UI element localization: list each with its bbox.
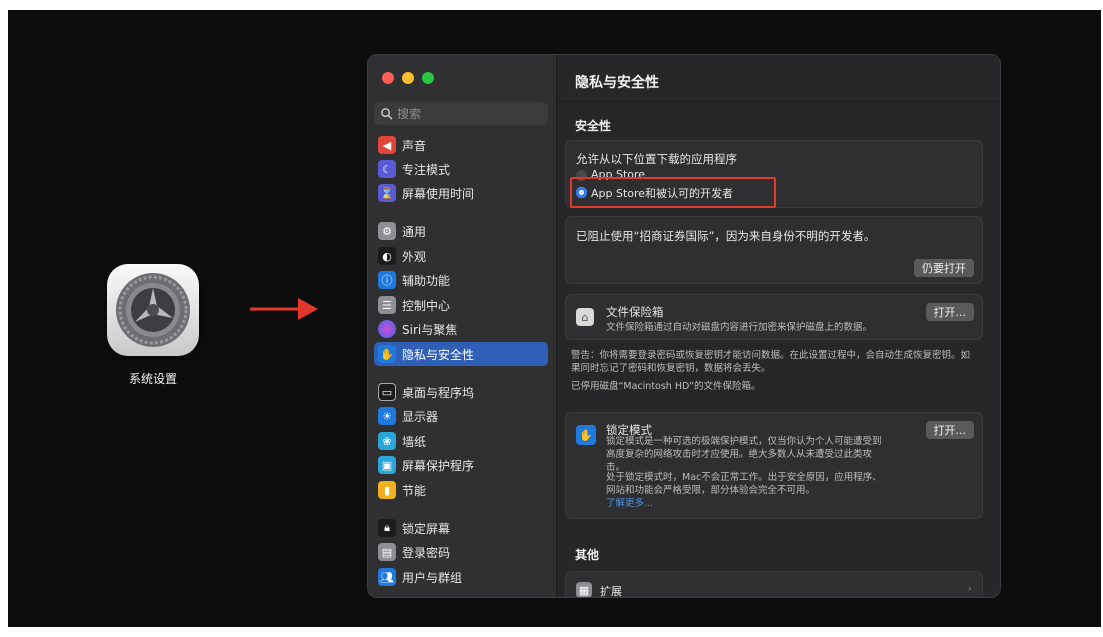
filevault-turn-on-button[interactable]: 打开...	[925, 303, 974, 321]
sidebar-item-label: 辅助功能	[402, 273, 451, 288]
blocked-app-panel: 已阻止使用“招商证券国际”，因为来自身份不明的开发者。 仍要打开	[565, 216, 983, 284]
sidebar-item-label: 隐私与安全性	[402, 347, 475, 362]
display-icon: ☀	[378, 407, 396, 425]
energy-icon: ▮	[378, 481, 396, 499]
system-settings-app-icon[interactable]	[107, 264, 199, 356]
sidebar-item-label: 用户与群组	[402, 570, 463, 585]
search-placeholder: 搜索	[397, 107, 422, 121]
settings-window: 搜索 ◀ 声音 ☾ 专注模式 ⌛ 屏幕使用时间 ⚙ 通用 ◐ 外观 ⓘ 辅助功能…	[367, 54, 1001, 598]
sidebar-item-sound[interactable]: ◀ 声音	[374, 133, 548, 157]
sidebar-item-label: 锁定屏幕	[402, 521, 451, 536]
sidebar-item-siri[interactable]: Siri与聚焦	[374, 317, 548, 341]
chevron-right-icon: ›	[967, 582, 972, 595]
sidebar-item-desktop-dock[interactable]: ▭ 桌面与程序坞	[374, 380, 548, 404]
sidebar-item-label: Siri与聚焦	[402, 322, 458, 337]
sidebar-item-label: 通用	[402, 224, 427, 239]
filevault-status: 已停用磁盘“Macintosh HD”的文件保险箱。	[571, 381, 761, 392]
password-icon: ▤	[378, 543, 396, 561]
sidebar-item-screen-time[interactable]: ⌛ 屏幕使用时间	[374, 181, 548, 205]
close-button[interactable]	[382, 72, 394, 84]
extensions-icon: ▦	[576, 582, 592, 597]
lockdown-panel: ✋ 锁定模式 锁定模式是一种可选的极端保护模式，仅当你认为个人可能遭受到高度复杂…	[565, 412, 983, 519]
filevault-title: 文件保险箱	[606, 305, 664, 319]
section-title-security: 安全性	[575, 119, 612, 133]
moon-icon: ☾	[378, 160, 396, 178]
sidebar-item-label: 声音	[402, 138, 427, 153]
extensions-label: 扩展	[600, 585, 622, 598]
search-input[interactable]: 搜索	[374, 102, 548, 125]
hand-icon: ✋	[576, 425, 596, 445]
zoom-button[interactable]	[422, 72, 434, 84]
gear-icon	[116, 273, 190, 347]
divider	[557, 101, 1000, 102]
sidebar-item-label: 外观	[402, 249, 427, 264]
section-title-other: 其他	[575, 548, 600, 562]
sidebar-item-label: 屏幕使用时间	[402, 186, 475, 201]
learn-more-link[interactable]: 了解更多...	[606, 497, 653, 510]
gear-icon: ⚙	[378, 222, 396, 240]
sidebar-item-privacy-security[interactable]: ✋ 隐私与安全性	[374, 342, 548, 366]
arrow-right-icon	[250, 298, 318, 320]
sidebar-item-users-groups[interactable]: 👥︎ 用户与群组	[374, 565, 548, 589]
sidebar-item-label: 专注模式	[402, 162, 451, 177]
sidebar-item-displays[interactable]: ☀ 显示器	[374, 404, 548, 428]
search-icon	[381, 108, 393, 120]
allow-apps-panel: 允许从以下位置下载的应用程序 App Store App Store和被认可的开…	[565, 140, 983, 208]
dock-icon: ▭	[378, 383, 396, 401]
speaker-icon: ◀	[378, 136, 396, 154]
sidebar-item-label: 登录密码	[402, 545, 451, 560]
page-title: 隐私与安全性	[575, 75, 659, 91]
filevault-description: 文件保险箱通过自动对磁盘内容进行加密来保护磁盘上的数据。	[606, 322, 873, 333]
sidebar-item-label: 屏幕保护程序	[402, 458, 475, 473]
sidebar-item-screensaver[interactable]: ▣ 屏幕保护程序	[374, 453, 548, 477]
filevault-warning: 警告：你将需要登录密码或恢复密钥才能访问数据。在此设置过程中，会自动生成恢复密钥…	[571, 350, 971, 374]
sidebar-item-lock-screen[interactable]: 🔒︎ 锁定屏幕	[374, 516, 548, 540]
sidebar-item-wallpaper[interactable]: ❀ 墙纸	[374, 429, 548, 453]
red-highlight-box	[570, 177, 776, 208]
sidebar-item-login-password[interactable]: ▤ 登录密码	[374, 540, 548, 564]
sidebar-item-general[interactable]: ⚙ 通用	[374, 219, 548, 243]
sidebar-item-label: 显示器	[402, 409, 439, 424]
lockdown-details: 处于锁定模式时，Mac不会正常工作。出于安全原因，应用程序、网站和功能会严格受限…	[606, 472, 882, 496]
blocked-message: 已阻止使用“招商证券国际”，因为来自身份不明的开发者。	[576, 229, 876, 243]
screensaver-icon: ▣	[378, 456, 396, 474]
hourglass-icon: ⌛	[378, 184, 396, 202]
app-label: 系统设置	[128, 372, 177, 386]
control-center-icon: ☰	[378, 296, 396, 314]
sidebar-item-label: 桌面与程序坞	[402, 385, 475, 400]
appearance-icon: ◐	[378, 247, 396, 265]
allow-label: 允许从以下位置下载的应用程序	[576, 152, 737, 166]
siri-icon	[378, 320, 396, 338]
sidebar-item-control-center[interactable]: ☰ 控制中心	[374, 293, 548, 317]
minimize-button[interactable]	[402, 72, 414, 84]
lockdown-description: 锁定模式是一种可选的极端保护模式，仅当你认为个人可能遭受到高度复杂的网络攻击时才…	[606, 436, 882, 473]
accessibility-icon: ⓘ	[378, 271, 396, 289]
hand-icon: ✋	[378, 345, 396, 363]
lock-icon: 🔒︎	[378, 519, 396, 537]
main-content: 隐私与安全性 安全性 允许从以下位置下载的应用程序 App Store App …	[556, 55, 1000, 597]
open-anyway-button[interactable]: 仍要打开	[914, 259, 974, 277]
sidebar-item-label: 节能	[402, 483, 427, 498]
sidebar-item-accessibility[interactable]: ⓘ 辅助功能	[374, 268, 548, 292]
extensions-row[interactable]: ▦ 扩展 ›	[565, 571, 983, 598]
sidebar-item-label: 控制中心	[402, 298, 451, 313]
lockdown-turn-on-button[interactable]: 打开...	[925, 421, 974, 439]
filevault-panel: ⌂ 文件保险箱 文件保险箱通过自动对磁盘内容进行加密来保护磁盘上的数据。 打开.…	[565, 294, 983, 340]
sidebar-item-energy[interactable]: ▮ 节能	[374, 478, 548, 502]
sidebar-item-appearance[interactable]: ◐ 外观	[374, 244, 548, 268]
users-icon: 👥︎	[378, 568, 396, 586]
wallpaper-icon: ❀	[378, 432, 396, 450]
sidebar: 搜索 ◀ 声音 ☾ 专注模式 ⌛ 屏幕使用时间 ⚙ 通用 ◐ 外观 ⓘ 辅助功能…	[368, 55, 556, 597]
sidebar-item-focus[interactable]: ☾ 专注模式	[374, 157, 548, 181]
sidebar-item-label: 墙纸	[402, 434, 427, 449]
house-icon: ⌂	[576, 308, 594, 326]
